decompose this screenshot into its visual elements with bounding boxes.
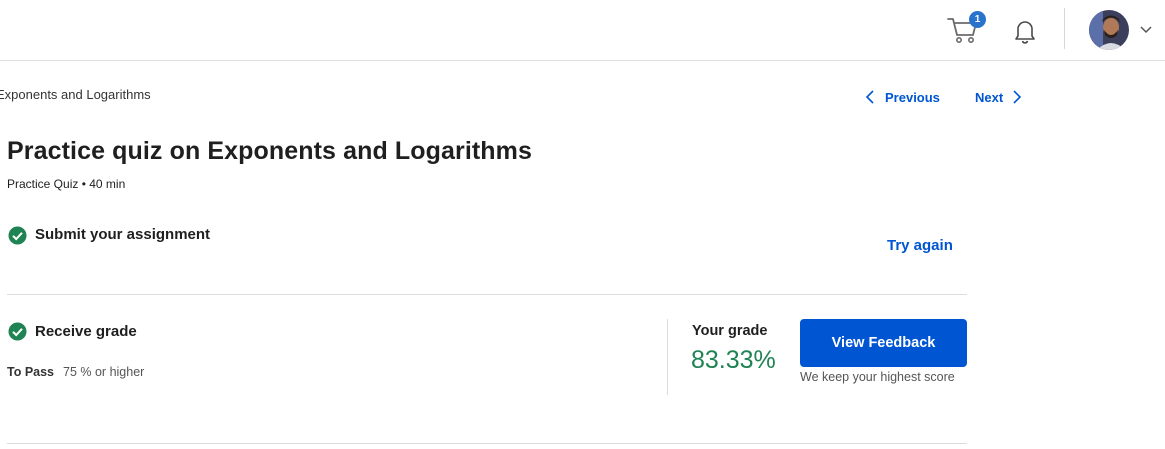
grade-divider [667, 319, 668, 395]
account-menu-toggle[interactable] [1139, 22, 1153, 36]
quiz-meta: Practice Quiz • 40 min [7, 177, 126, 191]
bell-icon [1015, 21, 1035, 44]
cart-count-badge: 1 [969, 11, 986, 28]
avatar[interactable] [1089, 10, 1129, 50]
view-feedback-button[interactable]: View Feedback [800, 319, 967, 367]
receive-grade-label: Receive grade [35, 323, 137, 340]
notifications-button[interactable] [1011, 16, 1039, 46]
to-pass-value: 75 % or higher [63, 365, 145, 379]
section-divider [7, 443, 967, 444]
page-title: Practice quiz on Exponents and Logarithm… [7, 137, 533, 165]
your-grade-label: Your grade [692, 323, 768, 339]
passing-requirement: To Pass 75 % or higher [7, 365, 144, 379]
check-circle-icon [8, 322, 27, 341]
try-again-button[interactable]: Try again [887, 237, 953, 254]
highest-score-note: We keep your highest score [800, 370, 955, 384]
check-circle-icon [8, 226, 27, 245]
grade-value: 83.33% [691, 346, 776, 374]
chevron-left-icon [865, 90, 874, 104]
submit-assignment-label: Submit your assignment [35, 226, 211, 243]
chevron-down-icon [1140, 26, 1152, 34]
next-button[interactable]: Next [975, 86, 1023, 108]
to-pass-label: To Pass [7, 365, 55, 379]
breadcrumb[interactable]: Exponents and Logarithms [0, 87, 151, 102]
profile-photo [1089, 10, 1129, 50]
previous-button[interactable]: Previous [864, 86, 940, 108]
top-navigation-bar: 1 [0, 0, 1165, 61]
next-label: Next [975, 89, 1004, 105]
chevron-right-icon [1013, 90, 1022, 104]
section-divider [7, 294, 967, 295]
previous-label: Previous [885, 89, 940, 105]
header-divider [1064, 8, 1065, 49]
